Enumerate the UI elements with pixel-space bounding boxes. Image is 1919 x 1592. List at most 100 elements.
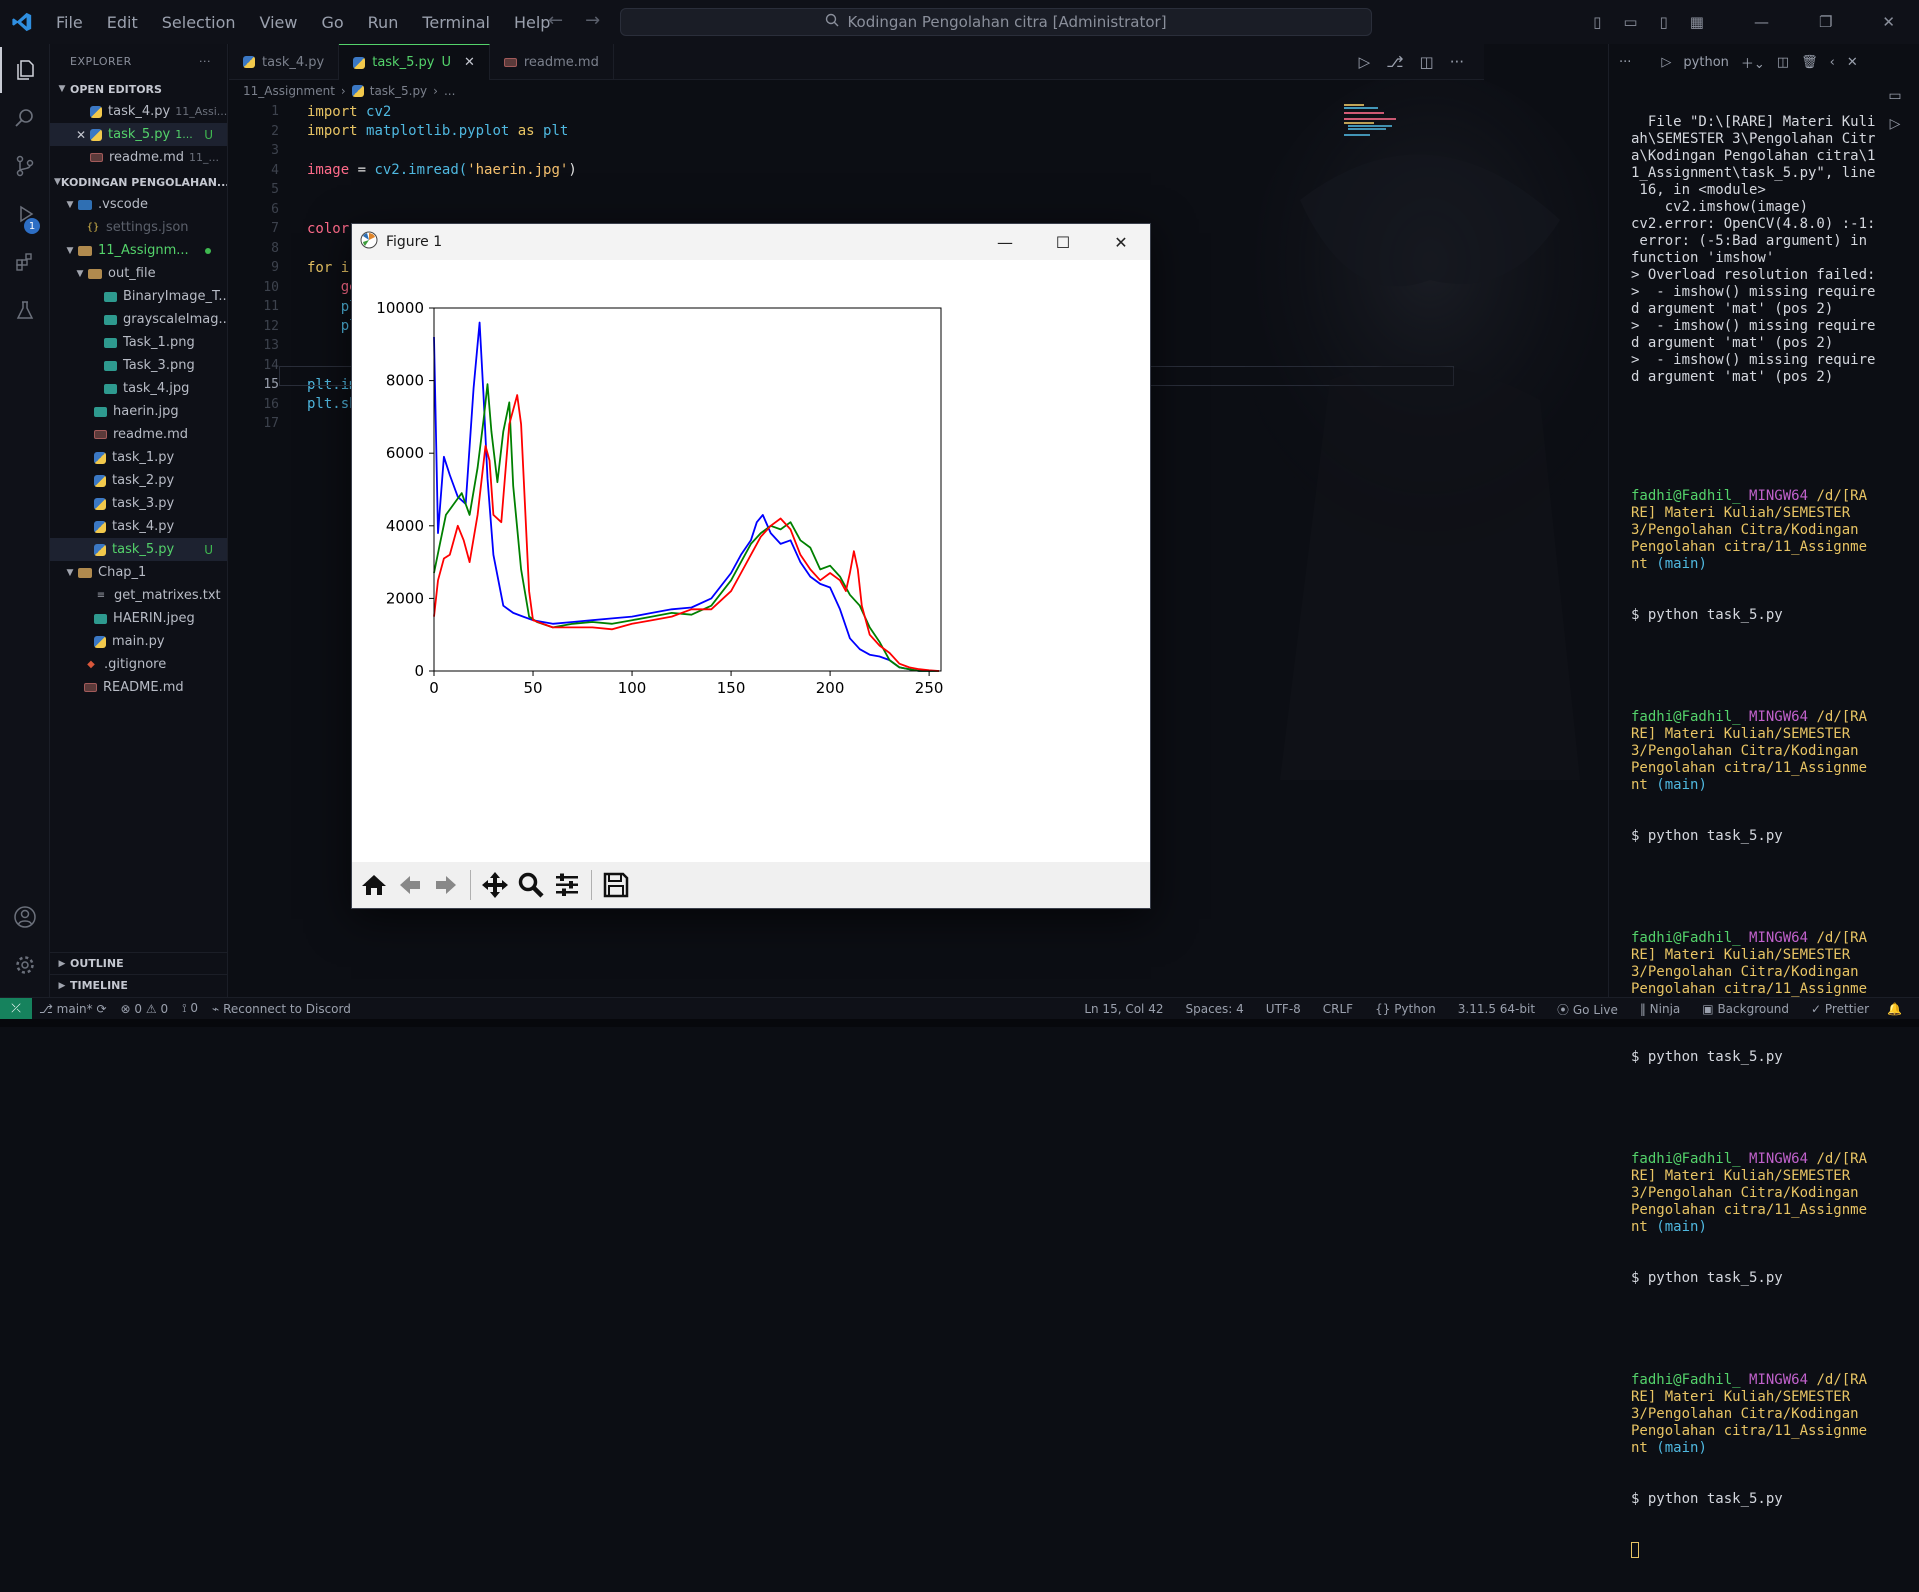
problems-status[interactable]: ⊗ 0 ⚠ 0: [114, 1002, 176, 1016]
close-icon[interactable]: ✕: [464, 55, 475, 70]
menu-selection[interactable]: Selection: [150, 13, 248, 32]
zoom-magnifier-icon[interactable]: [515, 867, 547, 903]
toggle-panel-icon[interactable]: ▭: [1623, 13, 1637, 31]
minimize-button[interactable]: —: [976, 224, 1034, 260]
folder-chap1[interactable]: ▼ Chap_1: [50, 561, 227, 584]
tab-task-5[interactable]: task_5.py U ✕: [339, 44, 490, 80]
file-item[interactable]: Task_3.png: [50, 354, 227, 377]
open-editors-header[interactable]: ▼ OPEN EDITORS: [50, 78, 227, 100]
search-activity-icon[interactable]: [0, 95, 50, 141]
toggle-sidebar-icon[interactable]: ▯: [1593, 13, 1601, 31]
line-ending[interactable]: CRLF: [1316, 1002, 1360, 1016]
settings-gear-icon[interactable]: [0, 942, 50, 988]
file-item[interactable]: ≡ get_matrixes.txt: [50, 584, 227, 607]
timeline-header[interactable]: ▶ TIMELINE: [50, 974, 227, 996]
file-item[interactable]: haerin.jpg: [50, 400, 227, 423]
figure-title-bar[interactable]: Figure 1 — ☐ ✕: [352, 224, 1150, 260]
file-settings-json[interactable]: {} settings.json: [50, 216, 227, 239]
back-arrow-icon[interactable]: ←: [548, 10, 563, 31]
background-status[interactable]: ▣ Background: [1695, 1002, 1796, 1016]
run-python-icon[interactable]: ▷: [1359, 53, 1371, 71]
file-item[interactable]: task_5.py U: [50, 538, 227, 561]
pan-move-icon[interactable]: [479, 867, 511, 903]
maximize-button[interactable]: ☐: [1034, 224, 1092, 260]
split-terminal-icon[interactable]: ◫: [1777, 55, 1789, 70]
discord-status[interactable]: ⌁ Reconnect to Discord: [205, 1002, 358, 1016]
run-debug-icon[interactable]: [0, 191, 50, 237]
more-actions-icon[interactable]: ···: [1619, 55, 1631, 70]
account-icon[interactable]: [0, 894, 50, 940]
window-minimize-icon[interactable]: —: [1754, 13, 1769, 31]
menu-view[interactable]: View: [248, 13, 310, 32]
forward-arrow-icon[interactable]: [430, 867, 462, 903]
file-item[interactable]: task_4.py: [50, 515, 227, 538]
prettier-status[interactable]: ✓ Prettier: [1804, 1002, 1876, 1016]
window-restore-icon[interactable]: ❐: [1819, 13, 1832, 31]
close-button[interactable]: ✕: [1092, 224, 1150, 260]
breadcrumb-file[interactable]: task_5.py: [370, 84, 427, 98]
tab-task-4[interactable]: task_4.py: [229, 44, 340, 80]
menu-run[interactable]: Run: [356, 13, 411, 32]
customize-layout-icon[interactable]: ▦: [1690, 13, 1704, 31]
trash-icon[interactable]: 🗑: [1801, 55, 1818, 70]
breadcrumb-symbol[interactable]: ...: [444, 84, 455, 98]
folder-out-file[interactable]: ▼ out_file: [50, 262, 227, 285]
histogram-chart[interactable]: 0 50 100 150 200 250 0 2000 4000 6000 8000 10000: [352, 260, 1150, 862]
python-interpreter[interactable]: 3.11.5 64-bit: [1451, 1002, 1542, 1016]
remote-indicator-icon[interactable]: ⤫: [0, 997, 32, 1020]
new-terminal-icon[interactable]: ＋⌄: [1741, 53, 1765, 72]
open-editor-item[interactable]: ✕ task_5.py 1... U: [50, 123, 227, 146]
menu-go[interactable]: Go: [309, 13, 355, 32]
outline-header[interactable]: ▶ OUTLINE: [50, 952, 227, 974]
terminal-output[interactable]: File "D:\[RARE] Materi Kuli ah\SEMESTER …: [1609, 80, 1875, 1592]
testing-icon[interactable]: [0, 287, 50, 333]
notifications-bell-icon[interactable]: 🔔: [1880, 1002, 1909, 1016]
menu-edit[interactable]: Edit: [95, 13, 150, 32]
cursor-position[interactable]: Ln 15, Col 42: [1077, 1002, 1170, 1016]
extensions-icon[interactable]: [0, 239, 50, 285]
open-editor-item[interactable]: readme.md 11_...: [50, 146, 227, 169]
menu-file[interactable]: File: [44, 13, 95, 32]
command-center[interactable]: Kodingan Pengolahan citra [Administrator…: [620, 8, 1372, 36]
file-item[interactable]: grayscaleImag...: [50, 308, 227, 331]
workspace-header[interactable]: ▼ KODINGAN PENGOLAHAN...: [50, 171, 227, 193]
toggle-secondary-sidebar-icon[interactable]: ▯: [1660, 13, 1668, 31]
tab-readme[interactable]: readme.md: [490, 44, 614, 80]
file-item[interactable]: BinaryImage_T...: [50, 285, 227, 308]
file-item[interactable]: readme.md: [50, 423, 227, 446]
terminal-tab-icon[interactable]: ▷: [1890, 116, 1901, 132]
chevron-left-icon[interactable]: ‹: [1830, 55, 1835, 70]
git-branch-status[interactable]: ⎇ main* ⟳: [32, 1002, 114, 1016]
forward-arrow-icon[interactable]: →: [585, 10, 600, 31]
file-item[interactable]: README.md: [50, 676, 227, 699]
open-editor-item[interactable]: task_4.py 11_Assi...: [50, 100, 227, 123]
home-icon[interactable]: [358, 867, 390, 903]
open-changes-icon[interactable]: ⎇: [1386, 53, 1403, 71]
file-item[interactable]: main.py: [50, 630, 227, 653]
go-live-button[interactable]: ⦿ Go Live: [1550, 1001, 1625, 1018]
close-icon[interactable]: ✕: [76, 128, 90, 142]
file-item[interactable]: task_4.jpg: [50, 377, 227, 400]
split-editor-icon[interactable]: ◫: [1420, 53, 1434, 71]
ninja-status[interactable]: ‖ Ninja: [1633, 1002, 1687, 1016]
file-item[interactable]: task_1.py: [50, 446, 227, 469]
save-floppy-icon[interactable]: [600, 867, 632, 903]
source-control-icon[interactable]: [0, 143, 50, 189]
breadcrumb-folder[interactable]: 11_Assignment: [243, 84, 335, 98]
file-item[interactable]: task_3.py: [50, 492, 227, 515]
folder-vscode[interactable]: ▼ .vscode: [50, 193, 227, 216]
encoding[interactable]: UTF-8: [1259, 1002, 1308, 1016]
file-item[interactable]: task_2.py: [50, 469, 227, 492]
window-close-icon[interactable]: ✕: [1882, 13, 1895, 31]
more-actions-icon[interactable]: ···: [1450, 53, 1464, 71]
language-mode[interactable]: {} Python: [1368, 1002, 1443, 1016]
configure-subplots-icon[interactable]: [551, 867, 583, 903]
explorer-icon[interactable]: [0, 47, 50, 93]
file-item[interactable]: ◆ .gitignore: [50, 653, 227, 676]
terminal-panel[interactable]: ··· ▷ python ＋⌄ ◫ 🗑 ‹ ✕ File "D:\[RARE] …: [1608, 44, 1919, 1558]
close-icon[interactable]: ✕: [1847, 55, 1858, 70]
more-actions-icon[interactable]: ···: [199, 55, 211, 68]
terminal-shell-name[interactable]: python: [1683, 55, 1728, 70]
back-arrow-icon[interactable]: [394, 867, 426, 903]
menu-terminal[interactable]: Terminal: [410, 13, 502, 32]
